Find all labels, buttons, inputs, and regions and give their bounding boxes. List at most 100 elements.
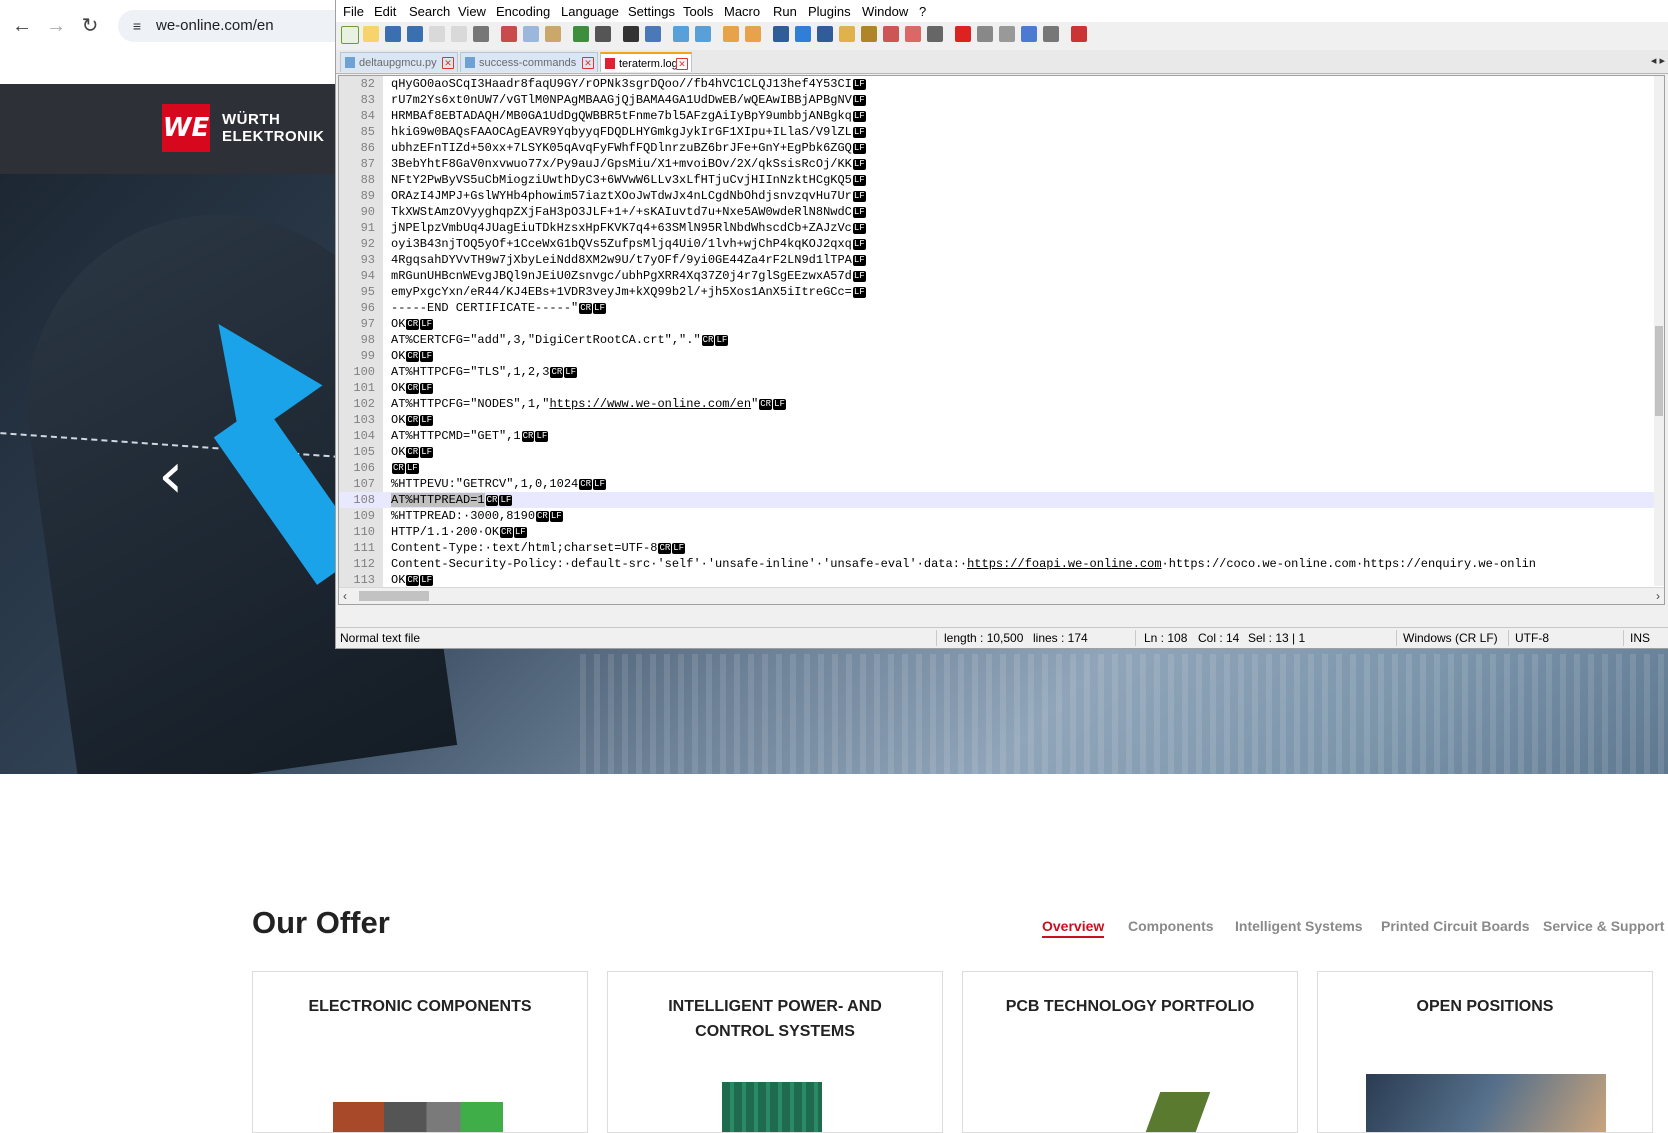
tab-components[interactable]: Components — [1128, 918, 1214, 934]
code-line[interactable]: 109 %HTTPREAD:·3000,8190 CR LF — [339, 508, 1664, 524]
menu-settings[interactable]: Settings — [628, 4, 675, 19]
we-logo-icon[interactable]: WE — [162, 104, 210, 152]
tab-close-icon[interactable]: ✕ — [582, 57, 594, 69]
tab-overview[interactable]: Overview — [1042, 918, 1105, 938]
tab-deltaupgmcu[interactable]: deltaupgmcu.py ✕ — [340, 52, 458, 72]
replace-icon[interactable] — [645, 26, 661, 42]
play-macro-icon[interactable] — [999, 26, 1015, 42]
back-button[interactable]: ← — [10, 14, 34, 38]
carousel-prev-chevron-icon[interactable]: ‹ — [158, 444, 184, 508]
card-electronic-components[interactable]: ELECTRONIC COMPONENTS — [252, 971, 588, 1133]
udl-icon[interactable] — [839, 26, 855, 42]
url-link[interactable]: https://www.we-online.com/en — [549, 397, 751, 411]
code-line[interactable]: 100 AT%HTTPCFG="TLS",1,2,3 CR LF — [339, 364, 1664, 380]
paste-icon[interactable] — [545, 26, 561, 42]
tab-scroll-arrows[interactable]: ◂ ▸ — [1651, 54, 1665, 67]
zoom-out-icon[interactable] — [695, 26, 711, 42]
menu-plugins[interactable]: Plugins — [808, 4, 851, 19]
cut-icon[interactable] — [501, 26, 517, 42]
horizontal-scroll-thumb[interactable] — [359, 591, 429, 601]
close-file-icon[interactable] — [429, 26, 445, 42]
copy-icon[interactable] — [523, 26, 539, 42]
card-intelligent-power[interactable]: INTELLIGENT POWER- AND CONTROL SYSTEMS — [607, 971, 943, 1133]
vertical-scrollbar[interactable] — [1654, 76, 1664, 586]
tab-teraterm-log[interactable]: teraterm.log ✕ — [600, 52, 692, 72]
menu-tools[interactable]: Tools — [683, 4, 713, 19]
code-line[interactable]: 106 CR LF — [339, 460, 1664, 476]
code-line[interactable]: 90 TkXWStAmzOVyyghqpZXjFaH3pO3JLF+1+/+sKA… — [339, 204, 1664, 220]
find-icon[interactable] — [623, 26, 639, 42]
code-line[interactable]: 83 rU7m2Ys6xt0nUW7/vGTlM0NPAgMBAAGjQjBAMA… — [339, 92, 1664, 108]
folder-workspace-icon[interactable] — [905, 26, 921, 42]
indent-guide-icon[interactable] — [817, 26, 833, 42]
company-logo-text[interactable]: WÜRTH ELEKTRONIK — [222, 111, 325, 145]
code-line[interactable]: 84 HRMBAf8EBTADAQH/MB0GA1UdDgQWBBR5tFnme7… — [339, 108, 1664, 124]
record-macro-icon[interactable] — [955, 26, 971, 42]
editor-area[interactable]: 82 qHyGO0aoSCqI3Haadr8faqU9GY/rOPNk3sgrDQ… — [338, 75, 1665, 605]
close-all-icon[interactable] — [451, 26, 467, 42]
code-line[interactable]: 92 oyi3B43njTOQ5yOf+1CceWxG1bQVs5ZufpsMlj… — [339, 236, 1664, 252]
code-line[interactable]: 95 emyPxgcYxn/eR44/KJ4EBs+1VDR3veyJm+kXQ9… — [339, 284, 1664, 300]
code-line[interactable]: 113 OK CR LF — [339, 572, 1664, 588]
code-line[interactable]: 94 mRGunUHBcnWEvgJBQl9nJEiU0Zsnvgc/ubhPgX… — [339, 268, 1664, 284]
save-all-icon[interactable] — [407, 26, 423, 42]
zoom-in-icon[interactable] — [673, 26, 689, 42]
status-encoding[interactable]: UTF-8 — [1515, 628, 1549, 648]
print-icon[interactable] — [473, 26, 489, 42]
tab-intelligent-systems[interactable]: Intelligent Systems — [1235, 918, 1363, 934]
code-line[interactable]: 99 OK CR LF — [339, 348, 1664, 364]
code-line[interactable]: 110 HTTP/1.1·200·OK CR LF — [339, 524, 1664, 540]
site-info-icon[interactable]: ≡ — [128, 17, 146, 35]
open-file-icon[interactable] — [363, 26, 379, 42]
card-open-positions[interactable]: OPEN POSITIONS — [1317, 971, 1653, 1133]
tab-close-icon[interactable]: ✕ — [676, 58, 688, 70]
sync-vertical-icon[interactable] — [723, 26, 739, 42]
code-line[interactable]: 97 OK CR LF — [339, 316, 1664, 332]
code-line[interactable]: 103 OK CR LF — [339, 412, 1664, 428]
sync-horizontal-icon[interactable] — [745, 26, 761, 42]
url-link[interactable]: https://foapi.we-online.com — [967, 557, 1161, 571]
monitoring-icon[interactable] — [927, 26, 943, 42]
menu-file[interactable]: File — [343, 4, 364, 19]
show-all-chars-icon[interactable] — [795, 26, 811, 42]
code-line[interactable]: 111 Content-Type:·text/html;charset=UTF-8… — [339, 540, 1664, 556]
new-file-icon[interactable] — [341, 26, 359, 44]
code-line[interactable]: 112 Content-Security-Policy:·default-src·… — [339, 556, 1664, 572]
menu-help[interactable]: ? — [919, 4, 926, 19]
code-line[interactable]: 82 qHyGO0aoSCqI3Haadr8faqU9GY/rOPNk3sgrDQ… — [339, 76, 1664, 92]
code-line[interactable]: 91 jNPElpzVmbUq4JUagEiuTDkHzsxHpFKVK7q4+6… — [339, 220, 1664, 236]
save-icon[interactable] — [385, 26, 401, 42]
undo-icon[interactable] — [573, 26, 589, 42]
address-url[interactable]: we-online.com/en — [156, 17, 274, 34]
reload-button[interactable]: ↻ — [78, 14, 102, 38]
menu-language[interactable]: Language — [561, 4, 619, 19]
code-line[interactable]: 105 OK CR LF — [339, 444, 1664, 460]
code-line[interactable]: 86 ubhzEFnTIZd+50xx+7LSYK05qAvqFyFWhfFQDl… — [339, 140, 1664, 156]
code-line[interactable]: 87 3BebYhtF8GaV0nxvwuo77x/Py9auJ/GpsMiu/X… — [339, 156, 1664, 172]
menu-search[interactable]: Search — [409, 4, 450, 19]
spell-check-icon[interactable] — [1071, 26, 1087, 42]
menu-window[interactable]: Window — [862, 4, 908, 19]
scroll-right-icon[interactable]: › — [1656, 588, 1660, 604]
save-macro-icon[interactable] — [1043, 26, 1059, 42]
menu-edit[interactable]: Edit — [374, 4, 396, 19]
code-line[interactable]: 107 %HTTPEVU:"GETRCV",1,0,1024 CR LF — [339, 476, 1664, 492]
horizontal-scrollbar[interactable]: ‹ › — [339, 587, 1664, 604]
stop-macro-icon[interactable] — [977, 26, 993, 42]
menu-encoding[interactable]: Encoding — [496, 4, 550, 19]
tab-printed-circuit-boards[interactable]: Printed Circuit Boards — [1381, 918, 1530, 934]
code-line[interactable]: 85 hkiG9w0BAQsFAAOCAgEAVR9YqbyyqFDQDLHYGm… — [339, 124, 1664, 140]
code-line[interactable]: 88 NFtY2PwByVS5uCbMiogziUwthDyC3+6WVwW6LL… — [339, 172, 1664, 188]
code-line[interactable]: 108 AT%HTTPREAD=1 CR LF — [339, 492, 1664, 508]
redo-icon[interactable] — [595, 26, 611, 42]
code-line[interactable]: 104 AT%HTTPCMD="GET",1 CR LF — [339, 428, 1664, 444]
code-line[interactable]: 89 ORAzI4JMPJ+GslWYHb4phowim57iaztXOoJwTd… — [339, 188, 1664, 204]
vertical-scroll-thumb[interactable] — [1655, 326, 1663, 416]
tab-close-icon[interactable]: ✕ — [442, 57, 454, 69]
doc-map-icon[interactable] — [861, 26, 877, 42]
code-line[interactable]: 98 AT%CERTCFG="add",3,"DigiCertRootCA.crt… — [339, 332, 1664, 348]
code-line[interactable]: 96 -----END CERTIFICATE-----" CR LF — [339, 300, 1664, 316]
function-list-icon[interactable] — [883, 26, 899, 42]
code-line[interactable]: 101 OK CR LF — [339, 380, 1664, 396]
code-line[interactable]: 102 AT%HTTPCFG="NODES",1,"https://www.we-… — [339, 396, 1664, 412]
